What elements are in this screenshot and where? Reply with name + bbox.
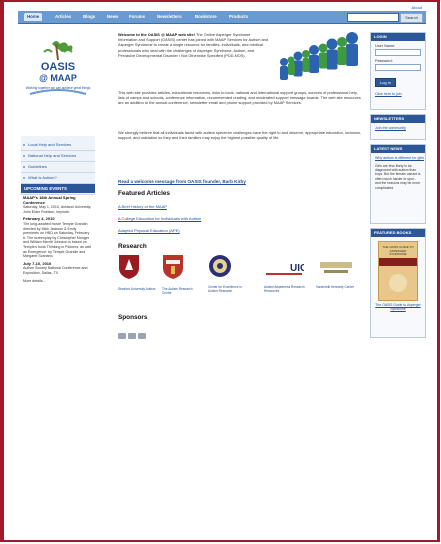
book-cover-band	[379, 258, 417, 266]
latest-news-box: LATEST NEWS Why autism is different for …	[370, 144, 426, 224]
more-events-link[interactable]: More details...	[23, 279, 93, 284]
sponsor-icon[interactable]	[138, 333, 146, 339]
nav-guidelines[interactable]: Guidelines	[21, 162, 95, 173]
newsletters-link[interactable]: Join the community	[375, 126, 425, 131]
research-item[interactable]: UIC Autism Awareness Research Resources	[264, 254, 308, 293]
book-cover-image[interactable]: THE OASIS GUIDE TO ASPERGER SYNDROME	[378, 241, 418, 301]
tab-forums[interactable]: Forums	[126, 13, 148, 21]
people-chain-image	[280, 32, 358, 80]
event-text: Saturday, May 1, 2010, Ashland Universit…	[23, 205, 92, 214]
tab-products[interactable]: Products	[226, 13, 251, 21]
tab-home[interactable]: Home	[24, 13, 43, 21]
upcoming-events: UPCOMING EVENTS MAAP's 18th Annual Sprin…	[21, 184, 95, 283]
research-caption: The Autism Research Centre	[162, 287, 193, 295]
research-item[interactable]: Vanderbilt Kennedy Center	[316, 254, 362, 289]
top-nav: Home Articles Blogs News Forums Newslett…	[18, 11, 426, 24]
tab-news[interactable]: News	[104, 13, 121, 21]
research-caption: Center for Excellence in Autism Research	[208, 285, 242, 293]
logo-line1: OASIS	[41, 61, 75, 73]
article-link[interactable]: Adapted Physical Education (APE)	[118, 228, 180, 233]
book-cover-face	[389, 274, 407, 292]
event-item: MAAP's 18th Annual Spring Conference Sat…	[23, 195, 93, 214]
tab-bookstore[interactable]: Bookstore	[192, 13, 220, 21]
password-field[interactable]	[375, 64, 421, 71]
tab-articles[interactable]: Articles	[52, 13, 74, 21]
sponsor-icon[interactable]	[128, 333, 136, 339]
event-text: Autism Society National Conference and E…	[23, 266, 88, 275]
sponsor-icon[interactable]	[118, 333, 126, 339]
tab-blogs[interactable]: Blogs	[80, 13, 98, 21]
latest-news-text: Girls are less likely to be diagnosed wi…	[375, 163, 421, 190]
research-logos: Stanford University Autism The Autism Re…	[118, 254, 362, 300]
research-item[interactable]: The Autism Research Centre	[162, 254, 202, 295]
article-link[interactable]: A College Education for Individuals with…	[118, 216, 201, 221]
username-label: User Name:	[375, 44, 396, 48]
login-button[interactable]: Log in	[375, 78, 396, 87]
cambridge-shield-icon	[163, 255, 183, 279]
book-caption-link[interactable]: The OASIS Guide to Asperger Syndrome	[373, 303, 423, 311]
logo-line2: @ MAAP	[39, 73, 77, 83]
svg-text:UIC: UIC	[290, 263, 304, 274]
featured-articles-heading: Featured Articles	[118, 190, 170, 197]
left-column: OASIS @ MAAP Working together we can ach…	[18, 24, 98, 355]
username-field[interactable]	[375, 49, 421, 56]
join-link[interactable]: Click here to join	[375, 92, 425, 97]
research-item[interactable]: Stanford University Autism	[118, 254, 158, 291]
nav-what-is-autism[interactable]: What is Autism?	[21, 173, 95, 184]
newsletters-heading: NEWSLETTERS	[371, 115, 425, 123]
event-item: February 4, 2010 The long-awaited movie …	[23, 217, 93, 258]
uic-logo-icon: UIC	[264, 262, 307, 275]
latest-news-heading: LATEST NEWS	[371, 145, 425, 153]
event-title[interactable]: MAAP's 18th Annual Spring Conference	[23, 195, 93, 205]
event-item: July 7-10, 2010 Autism Society National …	[23, 261, 93, 276]
nav-national-help[interactable]: National Help and Services	[21, 151, 95, 162]
oasis-logo[interactable]: OASIS @ MAAP Working together we can ach…	[22, 38, 94, 102]
about-paragraph: This web site provides articles, educati…	[118, 90, 361, 106]
tab-newsletters[interactable]: Newsletters	[154, 13, 185, 21]
welcome-message-link[interactable]: Read a welcome message from OASIS founde…	[118, 179, 246, 184]
university-seal-icon	[209, 255, 231, 277]
research-heading: Research	[118, 243, 147, 250]
event-text: The long-awaited movie Temple Grandin di…	[23, 221, 92, 259]
nav-local-help[interactable]: Local Help and Services	[21, 140, 95, 151]
intro-text: Welcome to the OASIS @ MAAP web site! Th…	[118, 32, 268, 58]
login-box: LOGIN User Name: Password: Log in Click …	[370, 32, 426, 110]
vanderbilt-logo-icon	[320, 262, 352, 273]
research-caption: Vanderbilt Kennedy Center	[316, 285, 355, 289]
research-item[interactable]: Center for Excellence in Autism Research	[208, 254, 248, 293]
book-cover-title: THE OASIS GUIDE TO ASPERGER SYNDROME	[382, 245, 414, 257]
password-label: Password:	[375, 59, 393, 63]
research-caption: Stanford University Autism	[118, 287, 156, 291]
search-input[interactable]	[347, 13, 399, 22]
featured-books-heading: FEATURED BOOKS	[371, 229, 425, 237]
about-link[interactable]: About	[412, 5, 422, 10]
article-link[interactable]: A Brief History of the MAAP	[118, 204, 167, 209]
sponsors-heading: Sponsors	[118, 314, 148, 321]
login-heading: LOGIN	[371, 33, 425, 41]
research-caption: Autism Awareness Research Resources	[264, 285, 305, 293]
featured-books-box: FEATURED BOOKS THE OASIS GUIDE TO ASPERG…	[370, 228, 426, 338]
stanford-shield-icon	[119, 255, 139, 279]
belief-paragraph: We strongly believe that all individuals…	[118, 130, 362, 141]
latest-news-link[interactable]: Why autism is different for girls	[375, 156, 425, 161]
search-button[interactable]: Search	[400, 13, 423, 23]
sponsor-logos	[118, 326, 148, 344]
web-page: About Home Articles Blogs News Forums Ne…	[18, 5, 426, 355]
events-heading: UPCOMING EVENTS	[21, 184, 95, 193]
newsletters-box: NEWSLETTERS Join the community	[370, 114, 426, 140]
